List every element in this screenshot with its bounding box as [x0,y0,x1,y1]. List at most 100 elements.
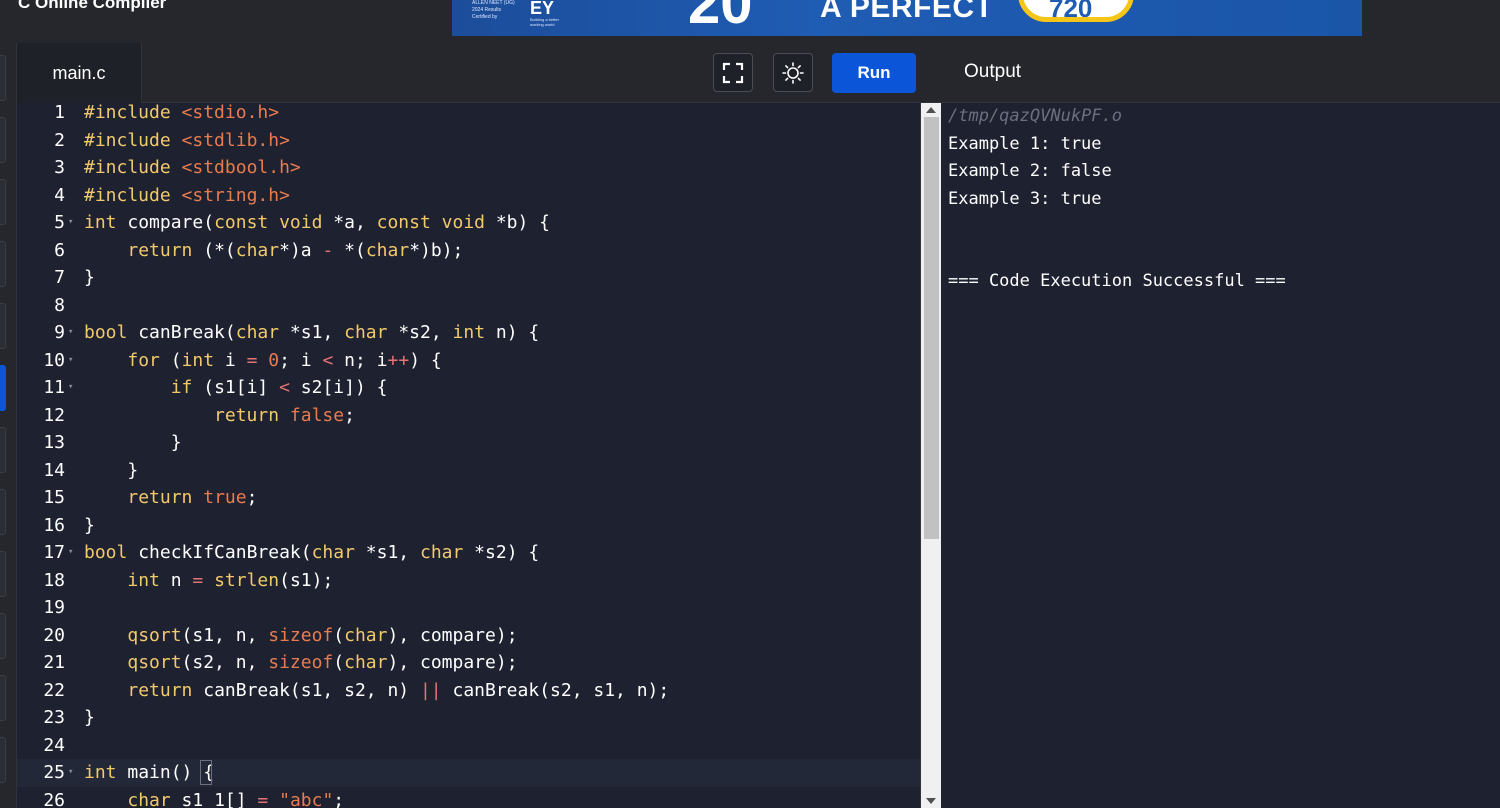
code-line[interactable]: 17 ▾ bool checkIfCanBreak(char *s1, char *… [17,539,920,567]
output-status: === Code Execution Successful === [948,271,1286,291]
sidebar-item-active[interactable] [0,365,6,411]
code-line[interactable]: 14 } [17,457,920,485]
code-line[interactable]: 12 return false; [17,402,920,430]
code-line[interactable]: 9 ▾ bool canBreak(char *s1, char *s2, int … [17,319,920,347]
run-button[interactable]: Run [832,53,916,93]
line-number: 21 [43,652,65,673]
sidebar-item[interactable] [0,55,6,101]
code-line[interactable]: 6 return (*(char*)a - *(char*)b); [17,237,920,265]
code-text: #include <string.h> [84,184,290,206]
code-text: return canBreak(s1, s2, n) || canBreak(s… [127,679,670,701]
code-text: } [84,707,95,728]
code-line[interactable]: 21 qsort(s2, n, sizeof(char), compare); [17,649,920,677]
code-line[interactable]: 4 #include <string.h> [17,182,920,210]
sidebar-item[interactable] [0,241,6,287]
line-number: 22 [43,679,65,701]
code-text: return false; [214,404,355,426]
editor-header: main.c Run [17,43,941,103]
line-number: 8 [54,294,65,316]
code-line[interactable]: 22 return canBreak(s1, s2, n) || canBrea… [17,677,920,705]
code-line[interactable]: 25 ▾ int main() { [17,759,920,787]
code-line[interactable]: 19 [17,594,920,622]
code-line[interactable]: 2 #include <stdlib.h> [17,127,920,155]
ad-banner[interactable]: ALLEN NEET (UG) 2024 Results Certified b… [452,0,1362,36]
code-line[interactable]: 20 qsort(s1, n, sizeof(char), compare); [17,622,920,650]
code-text: return (*(char*)a - *(char*)b); [127,239,464,261]
code-line[interactable]: 1 #include <stdio.h> [17,103,920,127]
top-bar: C Online Compiler ALLEN NEET (UG) 2024 R… [0,0,1500,43]
line-number: 4 [54,184,65,206]
code-text: qsort(s1, n, sizeof(char), compare); [127,624,518,646]
line-number: 19 [43,597,65,618]
code-line[interactable]: 15 return true; [17,484,920,512]
sidebar-item[interactable] [0,117,6,163]
code-line[interactable]: 10 ▾ for (int i = 0; i < n; i++) { [17,347,920,375]
code-line[interactable]: 16} [17,512,920,540]
code-text: int compare(const void *a, const void *b… [84,212,551,233]
code-line[interactable]: 24 [17,732,920,760]
sidebar-item[interactable] [0,675,6,721]
sun-icon [782,61,804,84]
code-text: } [84,514,95,536]
editor-scrollbar[interactable] [920,103,941,808]
code-text: #include <stdbool.h> [84,157,301,178]
line-number: 5 [54,212,65,233]
line-number: 20 [43,624,65,646]
code-text: bool canBreak(char *s1, char *s2, int n)… [84,322,540,343]
scroll-up-arrow-icon[interactable] [926,107,936,113]
sidebar-item[interactable] [0,489,6,535]
code-line[interactable]: 18 int n = strlen(s1); [17,567,920,595]
scroll-thumb[interactable] [924,117,939,539]
theme-toggle-button[interactable] [773,53,813,92]
code-line[interactable]: 8 [17,292,920,320]
code-line[interactable]: 26 char s1_1[] = "abc"; [17,787,920,808]
code-text: } [84,267,95,288]
code-text: } [84,459,139,481]
fold-arrow-icon[interactable]: ▾ [68,374,73,402]
sidebar-item[interactable] [0,303,6,349]
code-text: for (int i = 0; i < n; i++) { [127,349,442,371]
line-number: 13 [43,432,65,453]
tab-main-c[interactable]: main.c [17,43,142,103]
fold-arrow-icon[interactable]: ▾ [68,209,73,237]
fold-arrow-icon[interactable]: ▾ [68,539,73,567]
output-console: /tmp/qazQVNukPF.o Example 1: true Exampl… [941,103,1500,808]
fold-arrow-icon[interactable]: ▾ [68,759,73,787]
code-text: int n = strlen(s1); [127,569,334,591]
line-number: 18 [43,569,65,591]
fullscreen-icon [722,62,744,83]
code-line[interactable]: 3 #include <stdbool.h> [17,154,920,182]
sidebar-item[interactable] [0,427,6,473]
scroll-down-arrow-icon[interactable] [926,798,936,804]
output-line: Example 1: true [948,134,1102,154]
code-line[interactable]: 7} [17,264,920,292]
sidebar-item[interactable] [0,551,6,597]
code-text: } [84,432,182,453]
line-number: 24 [43,734,65,756]
line-number: 10 [43,349,65,371]
fold-arrow-icon[interactable]: ▾ [68,319,73,347]
code-editor[interactable]: 1 #include <stdio.h> 2 #include <stdlib.h> 3… [17,103,920,808]
sidebar-item[interactable] [0,179,6,225]
output-title: Output [964,61,1022,82]
bracket-match-highlight [200,760,212,785]
code-text: int main() { [84,762,215,783]
code-text: bool checkIfCanBreak(char *s1, char *s2)… [84,542,540,563]
fold-arrow-icon[interactable]: ▾ [68,347,73,375]
line-number: 23 [43,707,65,728]
code-line[interactable]: 5 ▾ int compare(const void *a, const void … [17,209,920,237]
line-number: 2 [54,129,65,151]
code-text: return true; [127,487,258,508]
line-number: 3 [54,157,65,178]
code-line[interactable]: 23} [17,704,920,732]
line-number: 15 [43,487,65,508]
code-line[interactable]: 11 ▾ if (s1[i] < s2[i]) { [17,374,920,402]
sidebar-item[interactable] [0,737,6,783]
code-line[interactable]: 13 } [17,429,920,457]
sidebar-item[interactable] [0,613,6,659]
fullscreen-button[interactable] [713,53,753,92]
output-binary-path: /tmp/qazQVNukPF.o [948,106,1122,126]
ad-headline: A PERFECT [820,0,994,24]
line-number: 9 [54,322,65,343]
code-text: if (s1[i] < s2[i]) { [170,377,388,398]
